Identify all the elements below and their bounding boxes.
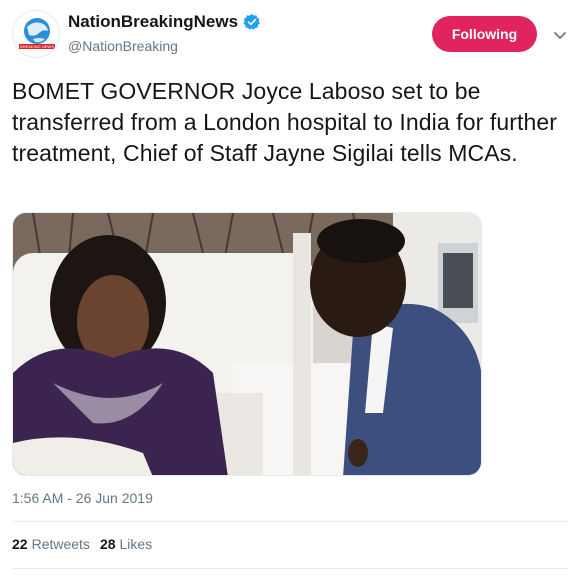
account-handle[interactable]: @NationBreaking — [68, 38, 261, 54]
tweet-photo[interactable] — [12, 212, 482, 476]
likes-label: Likes — [119, 536, 153, 552]
divider — [12, 521, 568, 522]
following-button[interactable]: Following — [432, 16, 537, 52]
retweets-count: 22 — [12, 536, 28, 552]
divider — [12, 568, 568, 569]
tweet-stats: 22 Retweets 28 Likes — [12, 536, 152, 552]
account-name-block[interactable]: NationBreakingNews @NationBreaking — [68, 12, 261, 54]
retweets-stat[interactable]: 22 Retweets — [12, 536, 90, 552]
account-avatar[interactable]: BREAKING NEWS — [12, 10, 60, 58]
photo-image — [13, 213, 481, 475]
tweet-timestamp[interactable]: 1:56 AM - 26 Jun 2019 — [12, 490, 153, 506]
chevron-down-icon[interactable] — [553, 28, 567, 39]
logo-text: BREAKING NEWS — [20, 44, 54, 49]
tweet-text: BOMET GOVERNOR Joyce Laboso set to be tr… — [12, 78, 558, 166]
verified-badge-icon — [243, 13, 261, 31]
globe-logo-icon: BREAKING NEWS — [19, 18, 55, 49]
likes-count: 28 — [99, 536, 116, 552]
display-name[interactable]: NationBreakingNews — [68, 12, 238, 32]
retweets-label: Retweets — [31, 536, 90, 552]
likes-stat[interactable]: 28 Likes — [100, 536, 152, 552]
